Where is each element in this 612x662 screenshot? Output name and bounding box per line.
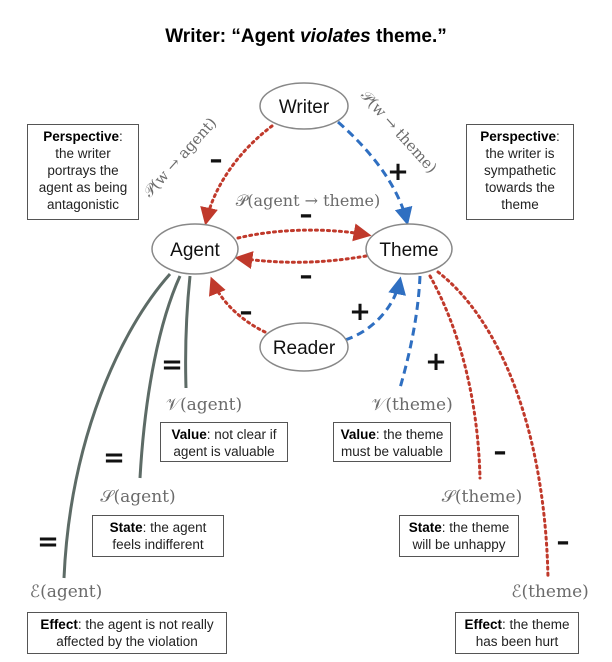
sign-reader-theme: +	[349, 297, 371, 327]
node-theme: Theme	[365, 223, 453, 275]
label-e-theme: ℰ(theme)	[511, 582, 589, 602]
node-writer-label: Writer	[279, 97, 330, 118]
diagram-canvas: Writer Agent Theme Reader 𝒫(w → agent) 𝒫…	[30, 82, 589, 602]
box-value-agent: Value: not clear if agent is valuable	[160, 422, 288, 462]
sign-e-theme: –	[557, 527, 570, 557]
sign-writer-agent: –	[210, 145, 223, 175]
sign-agent-theme-top: –	[300, 200, 313, 230]
box-state-theme: State: the theme will be unhappy	[399, 515, 519, 557]
label-p-w-agent: 𝒫(w → agent)	[140, 114, 221, 201]
node-agent: Agent	[151, 223, 239, 275]
sign-agent-theme-bottom: –	[300, 261, 313, 291]
box-perspective-agent: Perspective: the writer portrays the age…	[27, 124, 139, 220]
node-writer: Writer	[259, 82, 349, 130]
box-state-agent: State: the agent feels indifferent	[92, 515, 224, 557]
node-reader-label: Reader	[273, 338, 336, 359]
sign-e-agent: =	[37, 527, 59, 557]
sign-s-agent: =	[103, 443, 125, 473]
edge-agent-value	[184, 275, 192, 389]
sign-s-theme: –	[494, 437, 507, 467]
edge-agent-theme-top	[236, 223, 372, 242]
box-effect-theme: Effect: the theme has been hurt	[455, 612, 579, 654]
edge-reader-agent	[209, 276, 267, 334]
box-value-theme: Value: the theme must be valuable	[333, 422, 451, 462]
sign-v-agent: =	[161, 350, 183, 380]
label-s-theme: 𝒮(theme)	[442, 487, 522, 507]
node-reader: Reader	[259, 322, 349, 372]
sign-reader-agent: –	[240, 297, 253, 327]
box-perspective-theme: Perspective: the writer is sympathetic t…	[466, 124, 574, 220]
node-agent-label: Agent	[170, 240, 220, 261]
box-effect-agent: Effect: the agent is not really affected…	[27, 612, 227, 654]
label-v-agent: 𝒱(agent)	[166, 395, 242, 415]
sign-v-theme: +	[425, 347, 447, 377]
label-e-agent: ℰ(agent)	[30, 582, 102, 602]
label-s-agent: 𝒮(agent)	[100, 487, 175, 507]
sign-writer-theme: +	[387, 157, 409, 187]
label-v-theme: 𝒱(theme)	[371, 395, 452, 415]
node-theme-label: Theme	[379, 240, 438, 261]
edge-theme-value	[398, 275, 422, 389]
